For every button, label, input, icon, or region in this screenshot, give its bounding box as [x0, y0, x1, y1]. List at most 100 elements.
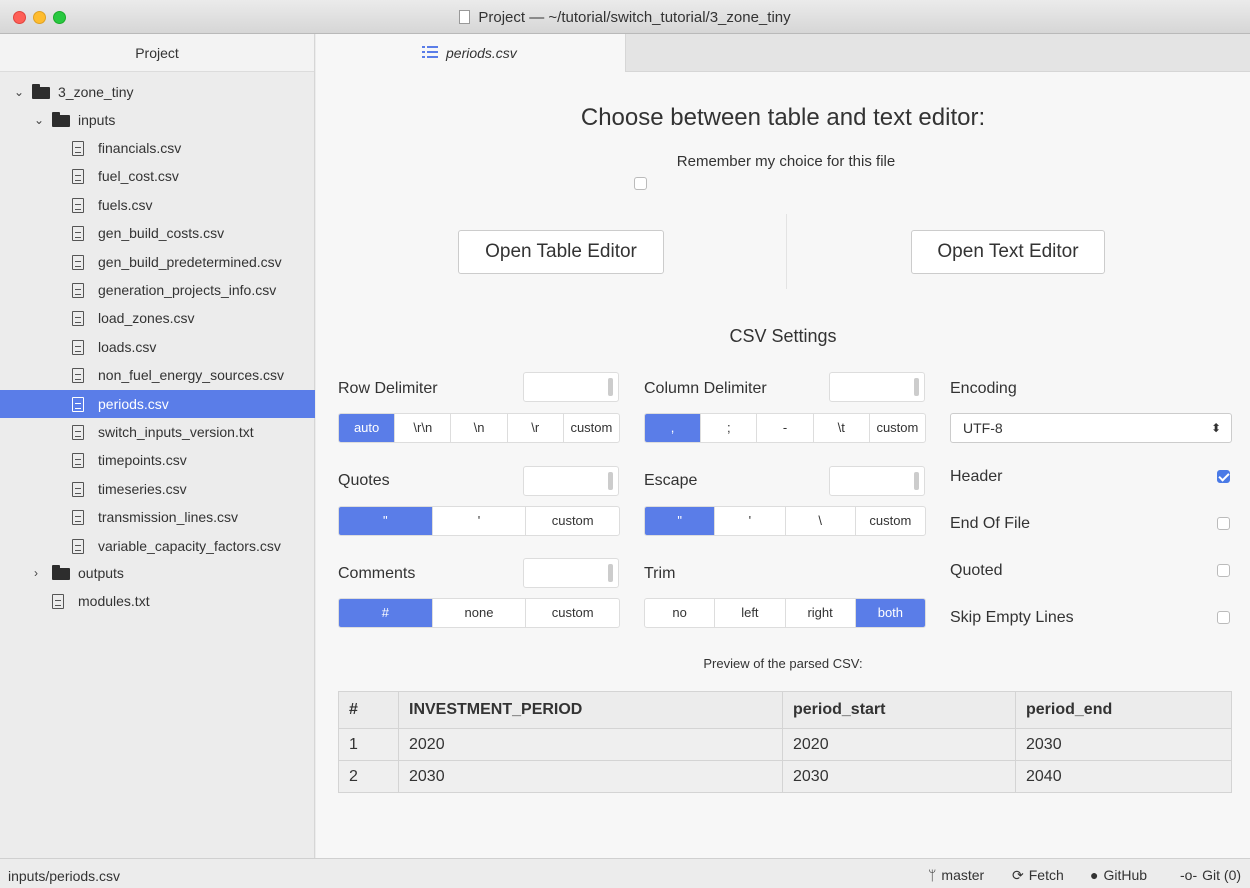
- escape-option[interactable]: ': [714, 507, 784, 535]
- tree-folder-inputs[interactable]: ⌄ inputs: [0, 106, 315, 134]
- file-icon: [72, 396, 84, 412]
- file-icon: [72, 453, 84, 469]
- column-delimiter-option[interactable]: -: [756, 414, 812, 442]
- column-delimiter-option[interactable]: custom: [868, 414, 925, 442]
- comments-custom-input[interactable]: [523, 558, 619, 588]
- header-checkbox[interactable]: [1217, 470, 1230, 483]
- git-button[interactable]: -o- Git (0): [1180, 867, 1241, 883]
- tree-file-item[interactable]: periods.csv: [0, 389, 315, 418]
- column-delimiter-label: Column Delimiter: [644, 380, 767, 397]
- folder-icon: [52, 565, 70, 580]
- table-cell: 2: [338, 760, 399, 793]
- quoted-checkbox[interactable]: [1217, 564, 1230, 577]
- file-name: load_zones.csv: [98, 310, 195, 327]
- end-of-file-label: End Of File: [950, 515, 1031, 532]
- file-icon: [72, 425, 84, 440]
- quotes-option[interactable]: custom: [525, 507, 619, 535]
- row-delimiter-options: auto \r\n \n \r custom: [338, 413, 620, 443]
- column-delimiter-option[interactable]: ,: [645, 414, 701, 442]
- row-delimiter-option[interactable]: \r: [506, 414, 563, 442]
- tree-folder-outputs[interactable]: › outputs: [0, 559, 315, 587]
- column-header: #: [338, 691, 399, 729]
- folder-icon: [32, 84, 50, 99]
- tree-file-item[interactable]: load_zones.csv: [0, 304, 315, 332]
- open-table-editor-button[interactable]: Open Table Editor: [458, 230, 664, 274]
- preview-caption: Preview of the parsed CSV:: [703, 656, 863, 671]
- column-delimiter-option[interactable]: \t: [812, 414, 869, 442]
- table-icon: [422, 46, 438, 60]
- quotes-custom-input[interactable]: [523, 466, 619, 496]
- quoted-label: Quoted: [950, 562, 1003, 579]
- tree-file-item[interactable]: gen_build_predetermined.csv: [0, 248, 315, 276]
- quotes-option[interactable]: ": [339, 507, 432, 535]
- tree-file-item[interactable]: loads.csv: [0, 333, 315, 361]
- column-header: INVESTMENT_PERIOD: [398, 691, 783, 729]
- tree-file-item[interactable]: fuels.csv: [0, 191, 315, 219]
- column-delimiter-custom-input[interactable]: [829, 372, 925, 402]
- github-button[interactable]: ● GitHub: [1090, 867, 1147, 883]
- tree-file-item[interactable]: timepoints.csv: [0, 446, 315, 474]
- row-delimiter-option[interactable]: \n: [450, 414, 506, 442]
- end-of-file-checkbox[interactable]: [1217, 517, 1230, 530]
- escape-option[interactable]: custom: [854, 507, 925, 535]
- column-delimiter-option[interactable]: ;: [700, 414, 756, 442]
- window-title: Project — ~/tutorial/switch_tutorial/3_z…: [0, 9, 1250, 26]
- remember-choice-checkbox[interactable]: [634, 177, 647, 190]
- skip-empty-lines-label: Skip Empty Lines: [950, 609, 1074, 626]
- row-delimiter-option[interactable]: custom: [562, 414, 619, 442]
- tab-periods-csv[interactable]: periods.csv: [316, 34, 626, 72]
- file-name: loads.csv: [98, 338, 157, 355]
- file-icon: [72, 254, 84, 270]
- comments-option[interactable]: #: [339, 599, 432, 627]
- status-file-path[interactable]: inputs/periods.csv: [8, 868, 120, 884]
- tree-file-item[interactable]: financials.csv: [0, 134, 315, 162]
- file-name: periods.csv: [98, 395, 169, 412]
- comments-option[interactable]: custom: [525, 599, 619, 627]
- column-header: period_start: [782, 691, 1016, 729]
- trim-option[interactable]: both: [854, 599, 925, 627]
- encoding-label: Encoding: [950, 380, 1017, 397]
- trim-options: no left right both: [644, 598, 926, 628]
- escape-options: " ' \ custom: [644, 506, 926, 536]
- table-cell: 2030: [1015, 728, 1232, 761]
- tree-file-modules[interactable]: modules.txt: [0, 587, 315, 615]
- quotes-option[interactable]: ': [431, 507, 526, 535]
- tree-file-item[interactable]: variable_capacity_factors.csv: [0, 532, 315, 560]
- escape-option[interactable]: ": [645, 507, 715, 535]
- file-icon: [72, 197, 84, 213]
- tree-file-item[interactable]: fuel_cost.csv: [0, 162, 315, 190]
- tree-root-folder[interactable]: ⌄ 3_zone_tiny: [0, 78, 315, 106]
- tree-file-item[interactable]: non_fuel_energy_sources.csv: [0, 361, 315, 389]
- trim-option[interactable]: left: [714, 599, 784, 627]
- tree-file-item[interactable]: timeseries.csv: [0, 475, 315, 503]
- quotes-options: " ' custom: [338, 506, 620, 536]
- trim-option[interactable]: no: [645, 599, 714, 627]
- tree-file-item[interactable]: transmission_lines.csv: [0, 503, 315, 531]
- open-text-editor-button[interactable]: Open Text Editor: [911, 230, 1105, 274]
- git-branch[interactable]: ᛘ master: [928, 867, 984, 883]
- tree-file-item[interactable]: gen_build_costs.csv: [0, 219, 315, 247]
- row-delimiter-label: Row Delimiter: [338, 380, 438, 397]
- tree-file-item[interactable]: generation_projects_info.csv: [0, 276, 315, 304]
- header-label: Header: [950, 468, 1003, 485]
- file-icon: [72, 226, 84, 242]
- file-name: timeseries.csv: [98, 480, 187, 497]
- escape-custom-input[interactable]: [829, 466, 925, 496]
- trim-label: Trim: [644, 565, 676, 582]
- table-cell: 1: [338, 728, 399, 761]
- skip-empty-lines-checkbox[interactable]: [1217, 611, 1230, 624]
- column-delimiter-options: ,; - \t custom: [644, 413, 926, 443]
- row-delimiter-option[interactable]: auto: [339, 414, 395, 442]
- column-header: period_end: [1015, 691, 1232, 729]
- file-name: financials.csv: [98, 140, 182, 156]
- escape-option[interactable]: \: [784, 507, 855, 535]
- row-delimiter-custom-input[interactable]: [523, 372, 619, 402]
- preview-table: # INVESTMENT_PERIOD period_start period_…: [338, 691, 1232, 793]
- file-name: switch_inputs_version.txt: [98, 424, 254, 440]
- tree-file-item[interactable]: switch_inputs_version.txt: [0, 418, 315, 446]
- row-delimiter-option[interactable]: \r\n: [394, 414, 450, 442]
- trim-option[interactable]: right: [784, 599, 855, 627]
- fetch-button[interactable]: ⟳ Fetch: [1012, 867, 1064, 884]
- encoding-select[interactable]: UTF-8 ⬍: [950, 413, 1232, 443]
- comments-option[interactable]: none: [431, 599, 526, 627]
